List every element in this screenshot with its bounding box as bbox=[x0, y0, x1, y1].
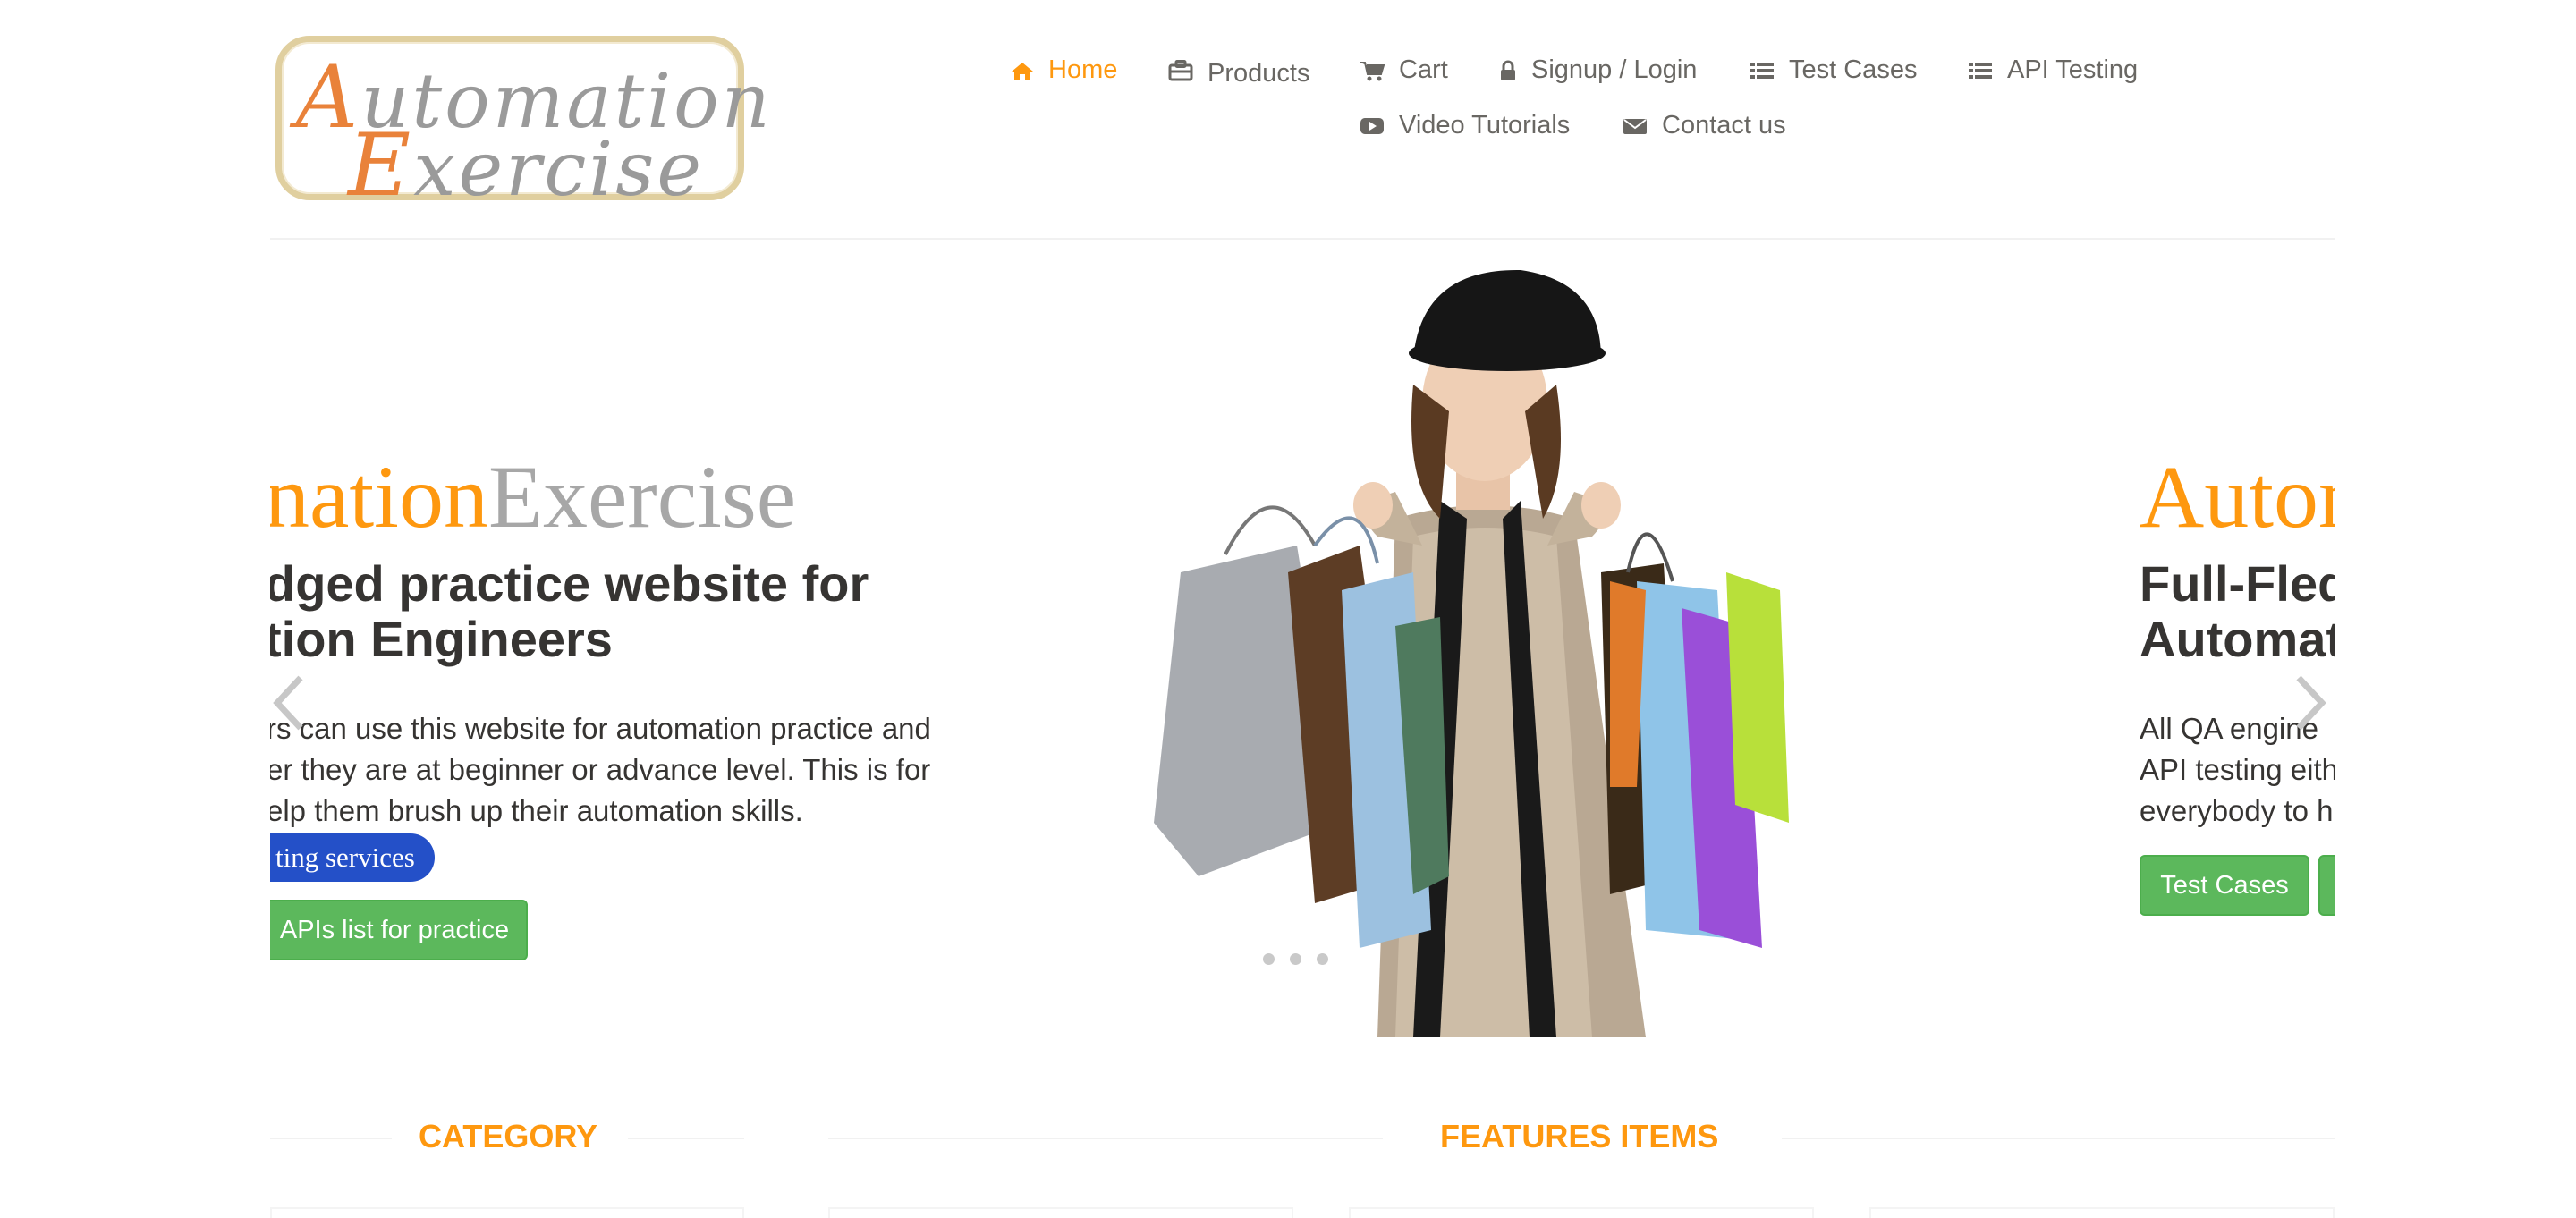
logo-line-2: Exercise bbox=[348, 115, 705, 216]
slide-heading: Full-Fled Automat bbox=[2140, 555, 2334, 667]
nav-home[interactable]: Home bbox=[1011, 55, 1117, 85]
carousel-slide-previous: nationExercise dged practice website for… bbox=[270, 240, 986, 1045]
category-rule-left bbox=[270, 1138, 392, 1139]
slide-description: rs can use this website for automation p… bbox=[270, 712, 931, 827]
nav-contact-us[interactable]: Contact us bbox=[1623, 111, 1786, 140]
product-card bbox=[828, 1207, 1293, 1218]
briefcase-icon bbox=[1168, 59, 1193, 80]
product-card bbox=[1869, 1207, 2334, 1218]
nav-test-cases-label: Test Cases bbox=[1789, 55, 1918, 84]
chevron-right-icon[interactable] bbox=[2293, 674, 2329, 732]
nav-video-tutorials[interactable]: Video Tutorials bbox=[1360, 111, 1570, 140]
cart-icon bbox=[1360, 61, 1385, 80]
site-logo[interactable]: Automation Exercise bbox=[275, 36, 770, 216]
carousel-indicator-3[interactable] bbox=[1315, 952, 1330, 967]
apis-list-button[interactable]: APIs list for practice bbox=[270, 900, 528, 960]
features-items-title: FEATURES ITEMS bbox=[1440, 1118, 1719, 1155]
category-panel bbox=[270, 1207, 744, 1218]
apis-list-button-partial[interactable] bbox=[2318, 855, 2334, 916]
nav-signup-login-label: Signup / Login bbox=[1531, 55, 1698, 84]
nav-api-testing-label: API Testing bbox=[2007, 55, 2139, 84]
test-cases-button[interactable]: Test Cases bbox=[2140, 855, 2309, 916]
nav-products[interactable]: Products bbox=[1168, 55, 1309, 88]
slide-heading: dged practice website for tion Engineers bbox=[270, 555, 869, 667]
list-icon bbox=[1969, 62, 1992, 79]
slide-brand-title: nationExercise bbox=[270, 447, 797, 546]
page-container: Automation Exercise Home Products Cart S… bbox=[270, 0, 2334, 1218]
nav-contact-us-label: Contact us bbox=[1662, 111, 1786, 140]
youtube-icon bbox=[1360, 117, 1384, 134]
list-icon bbox=[1750, 62, 1774, 79]
features-rule-left bbox=[828, 1138, 1383, 1139]
carousel-slide-next: Autom Full-Fled Automat All QA engine AP… bbox=[2140, 240, 2334, 1045]
nav-video-tutorials-label: Video Tutorials bbox=[1399, 111, 1571, 140]
nav-signup-login[interactable]: Signup / Login bbox=[1499, 55, 1697, 85]
nav-products-label: Products bbox=[1208, 59, 1310, 88]
envelope-icon bbox=[1623, 118, 1647, 134]
slide-brand-title: Autom bbox=[2140, 447, 2334, 546]
nav-home-label: Home bbox=[1048, 55, 1118, 84]
nav-cart[interactable]: Cart bbox=[1360, 55, 1448, 85]
home-icon bbox=[1012, 62, 1033, 80]
category-rule-right bbox=[628, 1138, 744, 1139]
carousel-indicators bbox=[1261, 952, 1330, 967]
testing-services-link[interactable]: ting services bbox=[270, 833, 435, 882]
nav-api-testing[interactable]: API Testing bbox=[1968, 55, 2138, 85]
hero-shopping-girl-image bbox=[1154, 269, 1789, 1037]
category-title: CATEGORY bbox=[419, 1118, 598, 1155]
carousel-indicator-1[interactable] bbox=[1261, 952, 1276, 967]
nav-test-cases[interactable]: Test Cases bbox=[1750, 55, 1917, 85]
hero-carousel: nationExercise dged practice website for… bbox=[270, 240, 2334, 1045]
product-card bbox=[1349, 1207, 1814, 1218]
lock-icon bbox=[1501, 60, 1515, 80]
carousel-indicator-2[interactable] bbox=[1288, 952, 1303, 967]
chevron-left-icon[interactable] bbox=[270, 674, 306, 732]
nav-cart-label: Cart bbox=[1399, 55, 1448, 84]
features-rule-right bbox=[1782, 1138, 2334, 1139]
